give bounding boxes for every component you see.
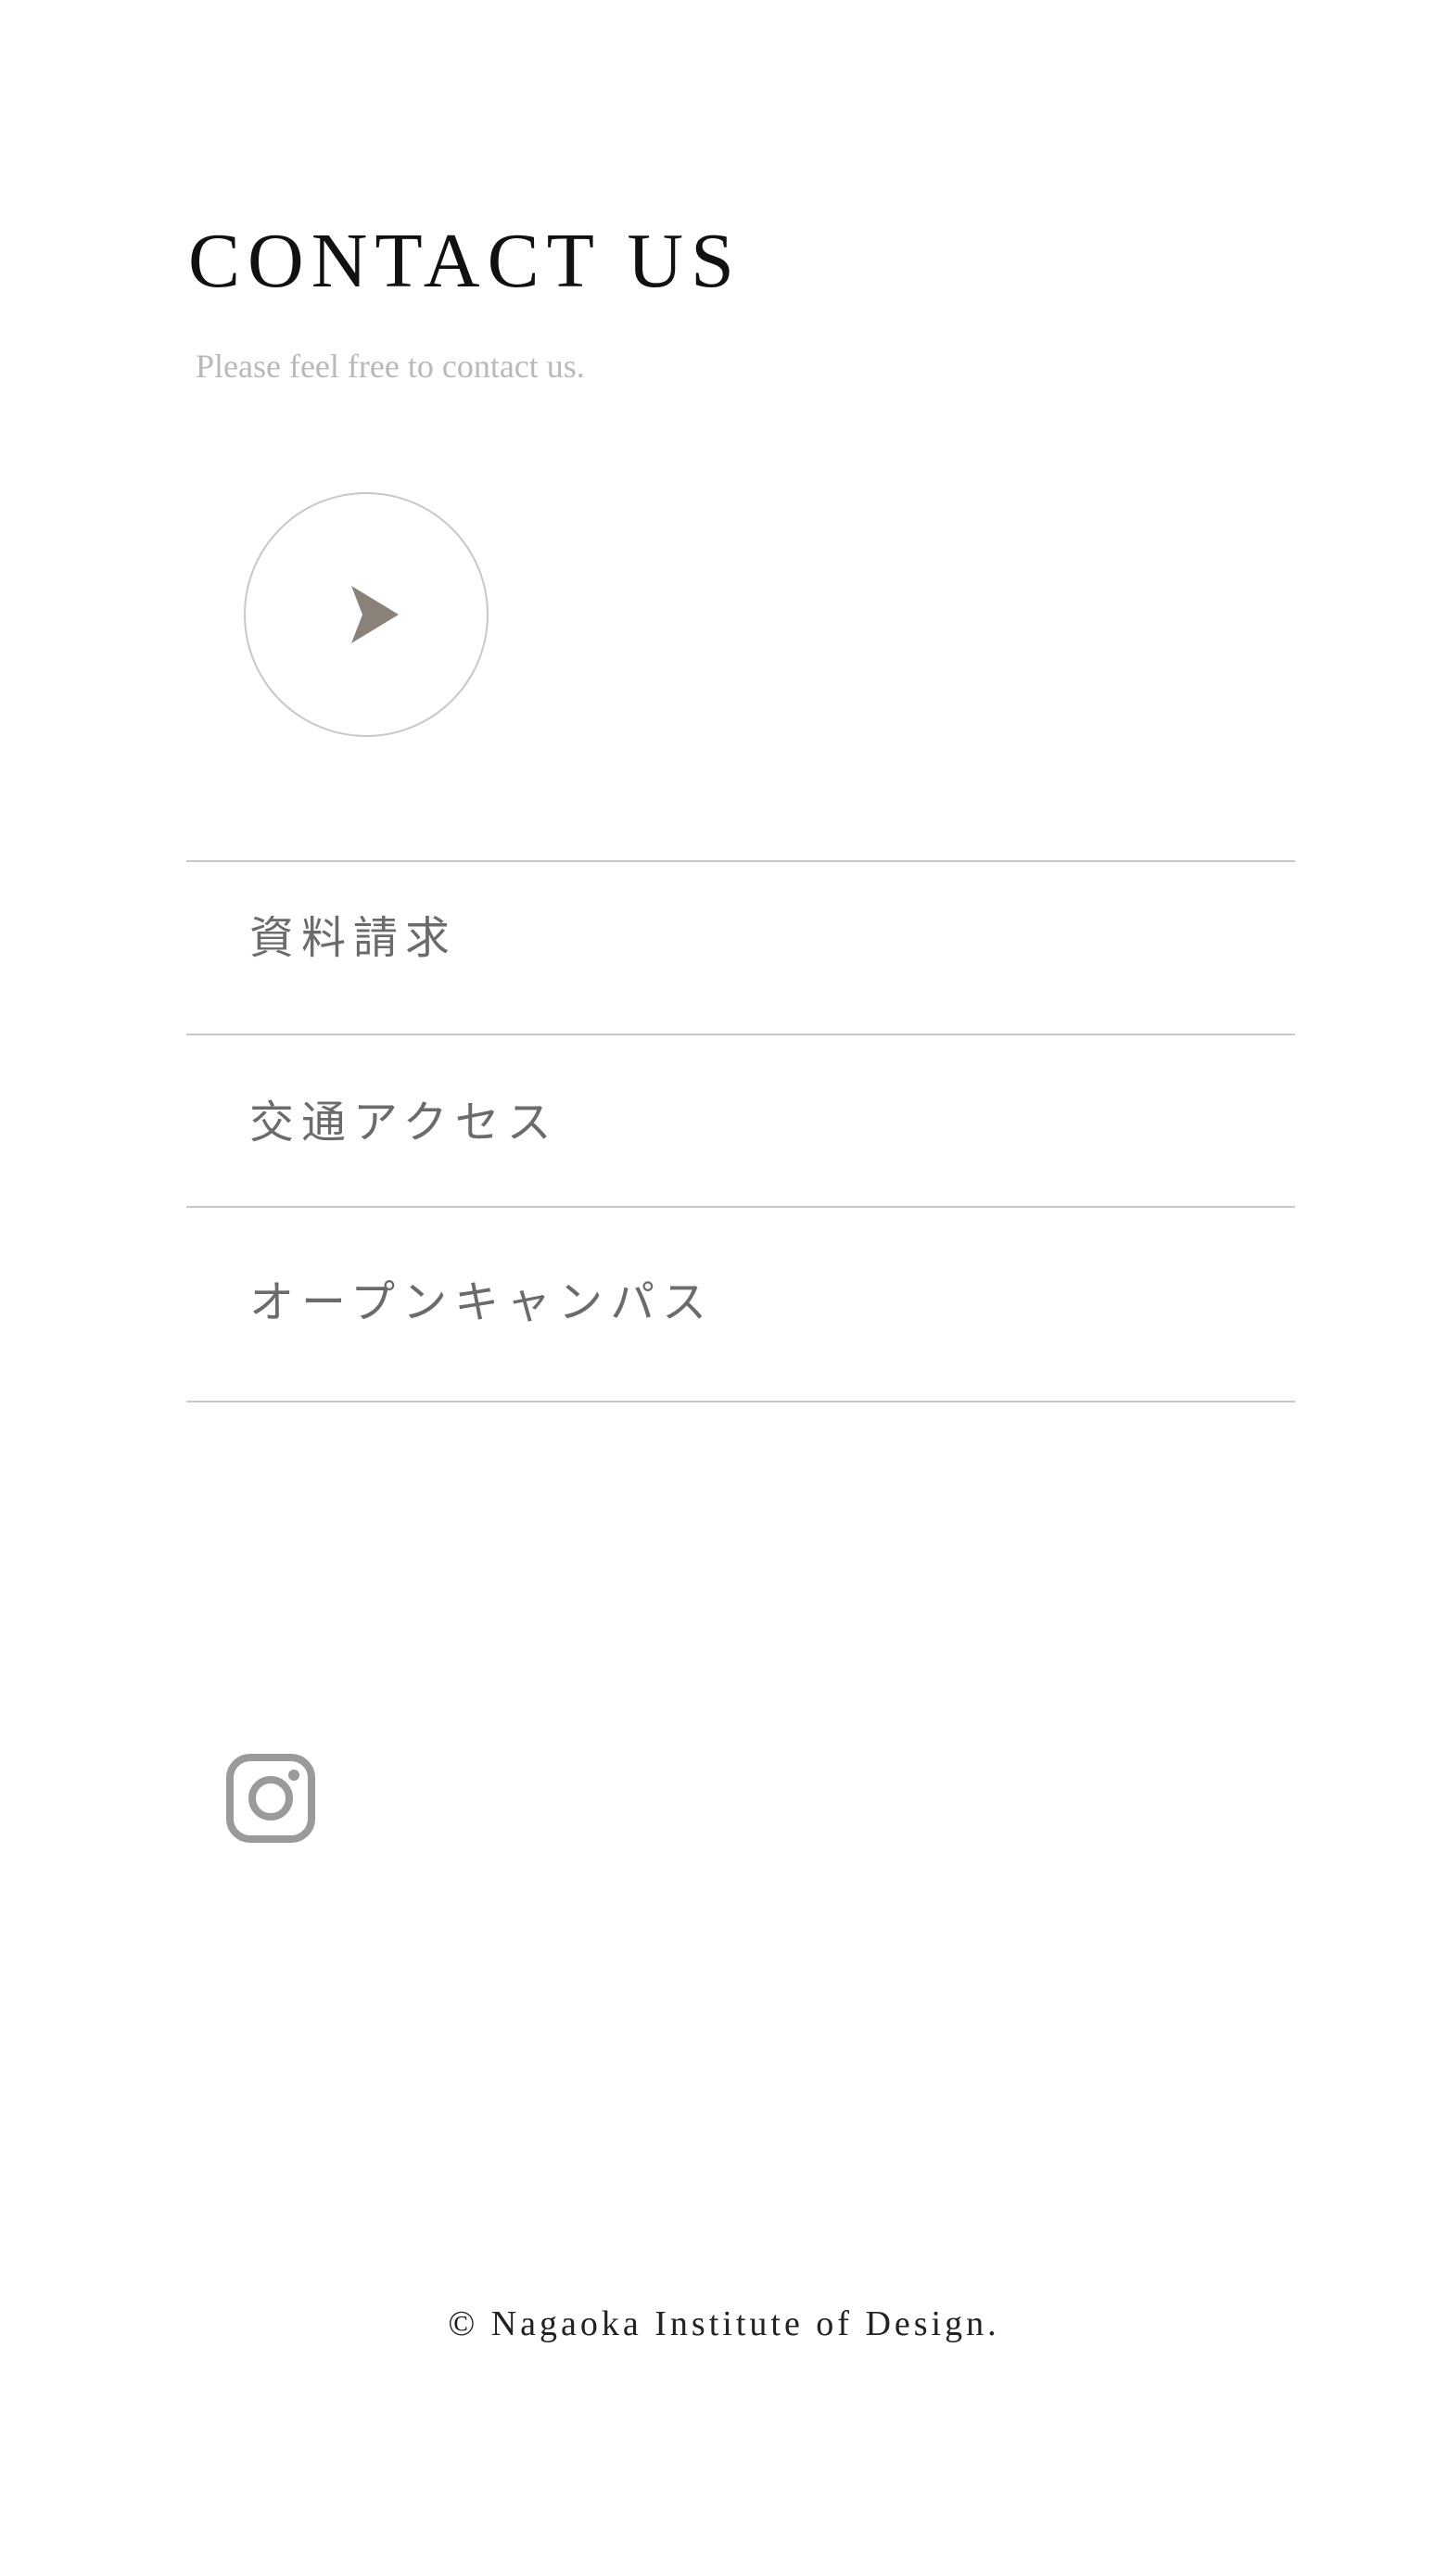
menu-item-label: オープンキャンパス	[249, 1276, 715, 1328]
copyright-text: © Nagaoka Institute of Design.	[448, 2304, 1000, 2343]
play-button[interactable]	[244, 492, 489, 737]
instagram-icon	[226, 1754, 315, 1843]
menu-item-access[interactable]: 交通アクセス	[186, 1035, 1295, 1208]
play-triangle-icon	[351, 586, 399, 643]
contact-title: CONTACT US	[188, 218, 742, 304]
instagram-link[interactable]	[225, 1753, 316, 1844]
contact-menu: 資料請求 交通アクセス オープンキャンパス	[186, 860, 1295, 1402]
menu-item-label: 交通アクセス	[249, 1097, 559, 1148]
menu-item-label: 資料請求	[249, 912, 458, 964]
menu-item-open-campus[interactable]: オープンキャンパス	[186, 1208, 1295, 1402]
contact-subtitle: Please feel free to contact us.	[196, 348, 585, 385]
menu-item-document-request[interactable]: 資料請求	[186, 862, 1295, 1035]
